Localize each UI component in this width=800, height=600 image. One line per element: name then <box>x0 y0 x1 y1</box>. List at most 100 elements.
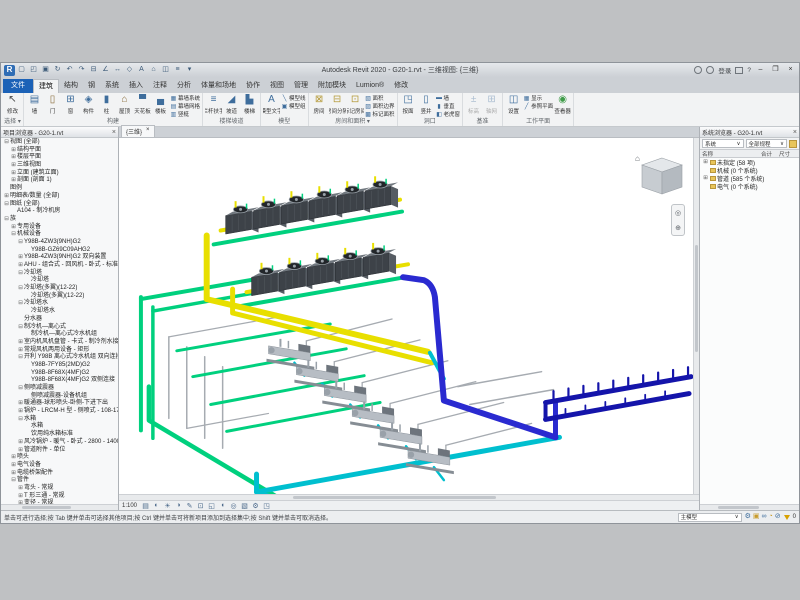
temporary-view-properties-icon[interactable]: ▧ <box>240 502 249 510</box>
tree-expander-icon[interactable]: ⊟ <box>17 239 24 247</box>
undo[interactable]: ↶ <box>64 65 75 76</box>
viewcube[interactable]: ⌂ <box>637 154 687 200</box>
browser-tree-item[interactable]: 冷却塔(多翼)(12-22) <box>1 293 118 301</box>
browser-tree-item[interactable]: 水箱 <box>1 423 118 431</box>
tree-expander-icon[interactable]: ⊞ <box>3 193 10 201</box>
tree-expander-icon[interactable]: ⊞ <box>17 254 24 262</box>
browser-tree-item[interactable]: ⊟冷却塔(多翼)(12-22) <box>1 285 118 293</box>
browser-tree-item[interactable]: ⊟冷却塔 <box>1 270 118 278</box>
tree-expander-icon[interactable]: ⊞ <box>702 159 709 165</box>
worksharing-display-icon[interactable]: ⚙ <box>251 502 260 510</box>
column-header-0[interactable]: 名称 <box>700 150 761 158</box>
reveal-hidden-elements-icon[interactable]: ◎ <box>229 502 238 510</box>
ribbon-tool-1-4[interactable]: ▮柱 <box>98 94 115 115</box>
ribbon-tab-5[interactable]: 注释 <box>148 79 172 93</box>
shadows-icon[interactable]: ◑ <box>174 502 183 510</box>
ribbon-tool-5-3[interactable]: ▮垂直 <box>436 102 461 110</box>
ribbon-tool-1-5[interactable]: ⌂屋顶 <box>116 94 133 115</box>
sync[interactable]: ↻ <box>52 65 63 76</box>
ribbon-tool-2-1[interactable]: ◢坡道 <box>223 94 240 115</box>
ribbon-tab-8[interactable]: 协作 <box>241 79 265 93</box>
ribbon-tool-1-1[interactable]: ▯门 <box>44 94 61 115</box>
browser-tree-item[interactable]: ⊟Y98B-4ZW3(9NH)G2 <box>1 239 118 247</box>
tree-expander-icon[interactable]: ⊟ <box>10 477 17 485</box>
ribbon-tool-3-1[interactable]: ╲模型线 <box>281 94 306 102</box>
ribbon-tool-1-6[interactable]: ▀天花板 <box>134 94 151 115</box>
ribbon-tool-5-4[interactable]: ◧老虎窗 <box>436 110 461 118</box>
browser-tree-item[interactable]: ⊞楼层平面 <box>1 154 118 162</box>
file-tab[interactable]: 文件 <box>3 79 33 93</box>
ribbon-tab-13[interactable]: 修改 <box>389 79 413 93</box>
ribbon-tab-9[interactable]: 视图 <box>265 79 289 93</box>
ribbon-tool-6-1[interactable]: ⊞轴网 <box>483 94 500 115</box>
crop-view-icon[interactable]: ⊡ <box>196 502 205 510</box>
ribbon-tab-6[interactable]: 分析 <box>172 79 196 93</box>
ribbon-tool-1-2[interactable]: ⊞窗 <box>62 94 79 115</box>
app-store-icon[interactable] <box>735 67 743 74</box>
tree-expander-icon[interactable]: ⊞ <box>17 339 24 347</box>
zoom-icon[interactable]: ⊕ <box>675 224 681 232</box>
system-browser-row[interactable]: 电气 (0 个系统) <box>700 182 799 190</box>
browser-tree-item[interactable]: 饮用纯水箱标准 <box>1 431 118 439</box>
model-canvas[interactable]: ⌂ ◎ ⊕ <box>119 138 699 494</box>
ribbon-tab-3[interactable]: 系统 <box>100 79 124 93</box>
restore-button[interactable]: ❐ <box>770 65 781 75</box>
column-header-2[interactable]: 尺寸 <box>779 150 799 158</box>
tree-expander-icon[interactable]: ⊟ <box>10 231 17 239</box>
tree-expander-icon[interactable]: ⊞ <box>10 470 17 478</box>
tree-expander-icon[interactable]: ⊞ <box>10 454 17 462</box>
visual-style-icon[interactable]: ◐ <box>152 502 161 510</box>
ribbon-tool-3-0[interactable]: A模型文字 <box>263 94 280 115</box>
ribbon-tool-7-2[interactable]: ╱参照平面 <box>523 102 553 110</box>
browser-tree-item[interactable]: ⊟管件 <box>1 477 118 485</box>
detail-level-icon[interactable]: ▤ <box>141 502 150 510</box>
displaced-elements-icon[interactable]: ◳ <box>262 502 271 510</box>
ribbon-tool-7-1[interactable]: ▦显示 <box>523 94 553 102</box>
help-button[interactable]: ? <box>747 67 751 74</box>
canvas-hscrollbar[interactable] <box>119 494 699 500</box>
browser-tree-item[interactable]: ⊞电气设备 <box>1 462 118 470</box>
ribbon-tab-2[interactable]: 钢 <box>83 79 100 93</box>
system-browser-hscrollbar[interactable] <box>700 504 799 510</box>
ribbon-tab-12[interactable]: Lumion® <box>351 79 389 93</box>
tree-expander-icon[interactable]: ⊞ <box>10 147 17 155</box>
browser-tree-item[interactable]: 冷却塔 <box>1 277 118 285</box>
selection-toggle-icon[interactable]: ⊘ <box>775 513 781 521</box>
close-button[interactable]: × <box>785 65 796 75</box>
browser-tree-item[interactable]: ⊟开利 Y98B 离心式冷水机组 双向连接管 <box>1 354 118 362</box>
ribbon-tab-1[interactable]: 结构 <box>59 79 83 93</box>
tree-expander-icon[interactable]: ⊞ <box>10 162 17 170</box>
view-dropdown[interactable]: 系统∨ <box>702 139 744 148</box>
browser-tree-item[interactable]: ⊞喷头 <box>1 454 118 462</box>
browser-tree-item[interactable]: ⊟族 <box>1 216 118 224</box>
ribbon-tool-7-3[interactable]: ◉查看器 <box>554 94 571 115</box>
tree-expander-icon[interactable]: ⊟ <box>17 324 24 332</box>
save-file[interactable]: ▣ <box>40 65 51 76</box>
tree-expander-icon[interactable]: ⊟ <box>17 270 24 278</box>
browser-tree-item[interactable]: ⊟视图 (全部) <box>1 139 118 147</box>
design-options-icon[interactable]: ▣ <box>753 513 760 521</box>
ribbon-tab-0[interactable]: 建筑 <box>33 79 59 93</box>
discipline-dropdown[interactable]: 全部规程∨ <box>746 139 788 148</box>
project-browser-hscrollbar[interactable] <box>1 504 118 510</box>
browser-tree-item[interactable]: ⊟机械设备 <box>1 231 118 239</box>
design-options-dropdown[interactable]: 主模型∨ <box>678 513 742 522</box>
scale-button[interactable]: 1:100 <box>122 503 137 509</box>
tree-expander-icon[interactable]: ⊞ <box>17 485 24 493</box>
tree-expander-icon[interactable]: ⊟ <box>17 416 24 424</box>
browser-tree-item[interactable]: ⊞三维视图 <box>1 162 118 170</box>
browser-tree-item[interactable]: ⊟冷却塔水 <box>1 300 118 308</box>
close-icon[interactable]: × <box>112 129 116 136</box>
show-crop-region-icon[interactable]: ◱ <box>207 502 216 510</box>
browser-tree-item[interactable]: ⊟水箱 <box>1 416 118 424</box>
background-process-icon[interactable]: ◔ <box>769 513 773 521</box>
ribbon-tool-6-0[interactable]: ±标高 <box>465 94 482 115</box>
browser-tree-item[interactable]: Y98B-8F68X(4MF)G2 双侧连接 <box>1 377 118 385</box>
ribbon-tab-7[interactable]: 体量和场地 <box>196 79 241 93</box>
ribbon-tool-5-1[interactable]: ▯竖井 <box>418 94 435 115</box>
browser-tree-item[interactable]: ⊞剖面 (剖面 1) <box>1 177 118 185</box>
browser-tree-item[interactable]: Y98B-7FY85(2MD)G2 <box>1 362 118 370</box>
tree-expander-icon[interactable]: ⊟ <box>3 201 10 209</box>
browser-tree-item[interactable]: 图例 <box>1 185 118 193</box>
browser-tree-item[interactable]: A104 - 制冷机房 <box>1 208 118 216</box>
